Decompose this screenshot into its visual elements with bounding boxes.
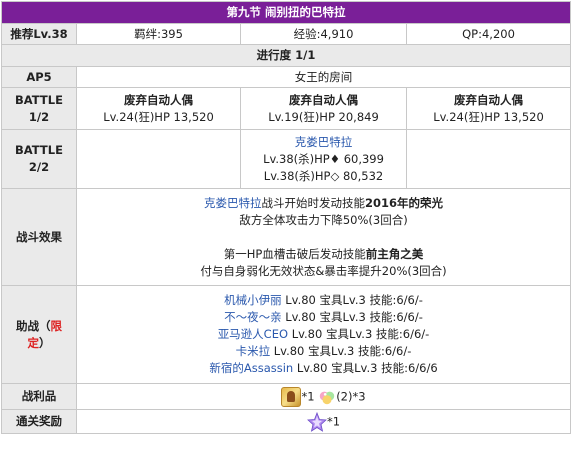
progress-header: 进行度 1/1 [0, 44, 571, 67]
effect-1-text: 战斗开始时发动技能 [261, 195, 366, 210]
effect-1-desc: 敌方全体攻击力下降50%(3回合) [239, 212, 408, 227]
saint-quartz-icon[interactable] [307, 411, 327, 432]
support-limited-2: 定 [27, 335, 40, 350]
support-item: 亚马逊人CEO Lv.80 宝具Lv.3 技能:6/6/- [79, 326, 568, 343]
enemy-stats: Lv.24(狂)HP 13,520 [433, 109, 544, 124]
drops-list: *1 (2)*3 [75, 383, 571, 410]
support-item: 新宿的Assassin Lv.80 宝具Lv.3 技能:6/6/6 [79, 360, 568, 377]
battle-1-enemy-2: 废弃自动人偶 Lv.19(狂)HP 20,849 [240, 87, 407, 130]
battle-2-label: BATTLE 2/2 [1, 129, 77, 189]
support-label-close: ） [39, 335, 51, 350]
exp-value: 经验:4,910 [240, 23, 407, 45]
support-servant-link[interactable]: 不～夜～亲 [224, 310, 282, 324]
qp-value: QP:4,200 [405, 23, 571, 45]
support-list: 机械小伊丽 Lv.80 宝具Lv.3 技能:6/6/- 不～夜～亲 Lv.80 … [75, 285, 571, 384]
support-limited-1: 限 [50, 318, 63, 333]
support-servant-link[interactable]: 机械小伊丽 [224, 293, 282, 307]
reward-count: *1 [326, 414, 341, 428]
support-detail: Lv.80 宝具Lv.3 技能:6/6/- [281, 310, 423, 324]
enemy-stats-2: Lv.38(杀)HP◇ 80,532 [263, 168, 384, 183]
ap-cost: AP5 [1, 66, 77, 88]
drops-label: 战利品 [1, 383, 77, 410]
battle-2-label-line2: 2/2 [28, 160, 50, 174]
support-label-main: 助战（ [16, 318, 51, 333]
drop-2-count: (2)*3 [336, 389, 366, 403]
bond-value: 羁绊:395 [76, 23, 241, 45]
support-detail: Lv.80 宝具Lv.3 技能:6/6/6 [293, 361, 438, 375]
support-detail: Lv.80 宝具Lv.3 技能:6/6/- [288, 327, 430, 341]
battle-1-label-line2: 1/2 [28, 109, 50, 124]
enemy-name: 废弃自动人偶 [454, 92, 523, 107]
enemy-link-cleopatra[interactable]: 克娄巴特拉 [295, 135, 353, 149]
support-item: 卡米拉 Lv.80 宝具Lv.3 技能:6/6/- [79, 343, 568, 360]
support-servant-link[interactable]: 新宿的Assassin [209, 361, 293, 375]
effect-servant-link[interactable]: 克娄巴特拉 [204, 196, 262, 210]
battle-2-label-line1: BATTLE [15, 143, 63, 157]
battle-1-label: BATTLE 1/2 [1, 87, 77, 130]
enemy-stats-1: Lv.38(杀)HP♦ 60,399 [263, 151, 384, 166]
battle-effects: 克娄巴特拉战斗开始时发动技能2016年的荣光 敌方全体攻击力下降50%(3回合)… [75, 188, 571, 286]
effect-2-desc: 付与自身弱化无效状态&暴击率提升20%(3回合) [200, 263, 447, 278]
battle-1-enemy-1: 废弃自动人偶 Lv.24(狂)HP 13,520 [76, 87, 241, 130]
drop-1-count: *1 [301, 389, 315, 403]
support-detail: Lv.80 宝具Lv.3 技能:6/6/- [270, 344, 412, 358]
quest-title: 第九节 闹别扭的巴特拉 [0, 1, 571, 24]
support-label: 助战（限 定） [1, 285, 77, 384]
enemy-name: 废弃自动人偶 [289, 92, 358, 107]
battle-1-enemy-3: 废弃自动人偶 Lv.24(狂)HP 13,520 [405, 87, 571, 130]
battle-1-label-line1: BATTLE [15, 92, 63, 107]
candy-icon[interactable] [318, 388, 336, 406]
effect-1-skill: 2016年的荣光 [365, 195, 444, 210]
enemy-stats: Lv.19(狂)HP 20,849 [268, 109, 379, 124]
enemy-stats: Lv.24(狂)HP 13,520 [103, 109, 214, 124]
support-servant-link[interactable]: 亚马逊人CEO [218, 327, 288, 341]
support-detail: Lv.80 宝具Lv.3 技能:6/6/- [281, 293, 423, 307]
battle-effects-label: 战斗效果 [1, 188, 77, 286]
quest-table: 第九节 闹别扭的巴特拉 推荐Lv.38 羁绊:395 经验:4,910 QP:4… [0, 1, 571, 434]
recommend-level: 推荐Lv.38 [1, 23, 77, 45]
support-item: 不～夜～亲 Lv.80 宝具Lv.3 技能:6/6/- [79, 309, 568, 326]
clear-reward: *1 [75, 409, 571, 434]
battle-2-empty-right [405, 129, 571, 189]
effect-2-text: 第一HP血槽击破后发动技能 [223, 246, 366, 261]
quest-location: 女王的房间 [75, 66, 571, 88]
clear-reward-label: 通关奖励 [1, 409, 77, 434]
enemy-name: 废弃自动人偶 [124, 92, 193, 107]
effect-2-skill: 前主角之美 [365, 246, 424, 261]
battle-2-empty-left [76, 129, 241, 189]
support-item: 机械小伊丽 Lv.80 宝具Lv.3 技能:6/6/- [79, 292, 568, 309]
support-servant-link[interactable]: 卡米拉 [236, 344, 271, 358]
battle-2-enemy: 克娄巴特拉 Lv.38(杀)HP♦ 60,399 Lv.38(杀)HP◇ 80,… [240, 129, 407, 189]
gold-coin-icon[interactable] [281, 386, 302, 407]
